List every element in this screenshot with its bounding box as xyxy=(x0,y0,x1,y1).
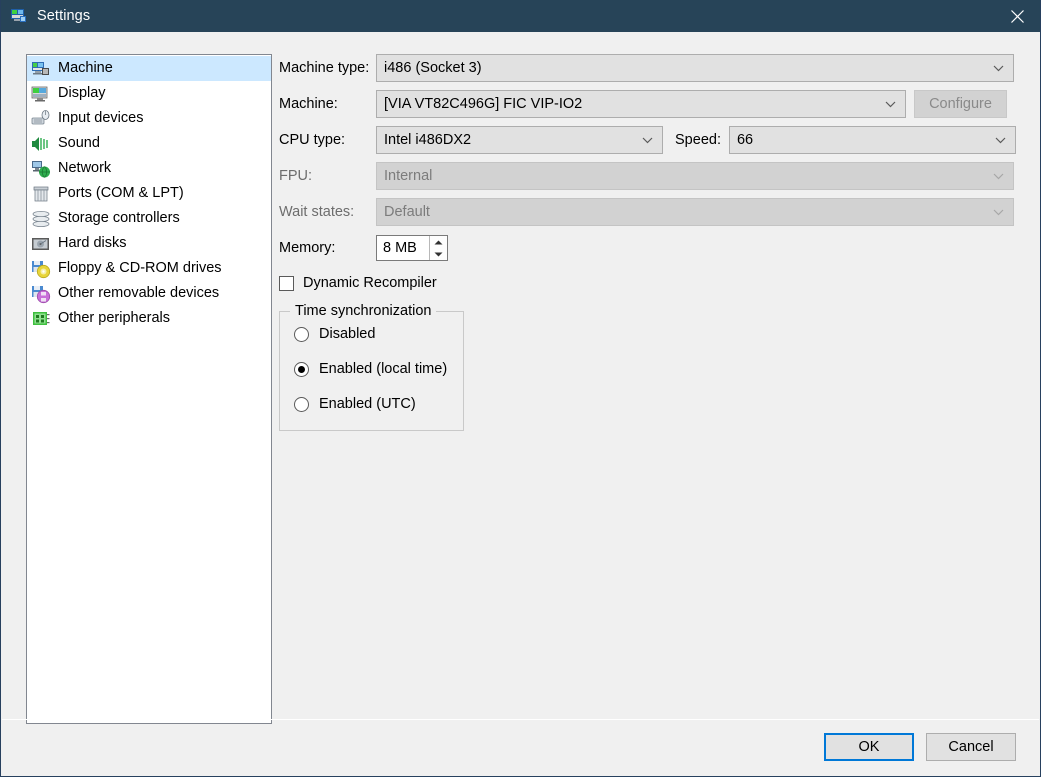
dynamic-recompiler-checkbox[interactable] xyxy=(279,275,294,291)
chevron-down-icon xyxy=(993,209,1004,216)
sidebar-item-ports[interactable]: Ports (COM & LPT) xyxy=(27,181,271,206)
spinner-up-icon[interactable] xyxy=(430,236,447,248)
speed-value: 66 xyxy=(736,132,754,148)
storage-controllers-icon xyxy=(31,209,51,229)
sidebar-item-label: Machine xyxy=(58,60,113,76)
cpu-type-combo[interactable]: Intel i486DX2 xyxy=(376,126,664,154)
machine-type-row: Machine type: i486 (Socket 3) xyxy=(279,54,1016,82)
sidebar-item-other-removable[interactable]: Other removable devices xyxy=(27,281,271,306)
fpu-row: FPU: Internal xyxy=(279,162,1016,190)
sidebar-item-label: Sound xyxy=(58,135,100,151)
cpu-type-value: Intel i486DX2 xyxy=(384,132,472,148)
machine-type-combo[interactable]: i486 (Socket 3) xyxy=(376,54,1014,82)
machine-row: Machine: [VIA VT82C496G] FIC VIP-IO2 Con… xyxy=(279,90,1016,118)
machine-label: Machine: xyxy=(279,96,338,112)
settings-category-list[interactable]: Machine Display Input devices Sound Netw… xyxy=(26,54,272,724)
sidebar-item-sound[interactable]: Sound xyxy=(27,131,271,156)
time-sync-option-label: Disabled xyxy=(319,326,376,342)
sidebar-item-label: Other removable devices xyxy=(58,285,220,301)
machine-type-value: i486 (Socket 3) xyxy=(384,60,482,76)
ports-icon xyxy=(31,184,51,204)
other-removable-icon xyxy=(31,284,51,304)
sidebar-item-label: Storage controllers xyxy=(58,210,180,226)
sidebar-item-hard-disks[interactable]: Hard disks xyxy=(27,231,271,256)
title-bar[interactable]: Settings xyxy=(1,0,1040,32)
time-sync-option-label: Enabled (UTC) xyxy=(319,396,416,412)
time-synchronization-group: Time synchronization Disabled Enabled (l… xyxy=(279,303,464,431)
footer-separator xyxy=(2,719,1039,720)
sidebar-item-label: Input devices xyxy=(58,110,144,126)
fpu-label: FPU: xyxy=(279,168,313,184)
dialog-client-area: Machine Display Input devices Sound Netw… xyxy=(1,32,1040,776)
cpu-type-label: CPU type: xyxy=(279,132,346,148)
memory-value[interactable]: 8 MB xyxy=(377,236,429,260)
time-synchronization-title: Time synchronization xyxy=(290,303,437,319)
radio-button[interactable] xyxy=(294,396,309,412)
chevron-down-icon xyxy=(642,137,653,144)
sidebar-item-machine[interactable]: Machine xyxy=(27,56,271,81)
wait-states-value: Default xyxy=(384,204,430,220)
wait-states-row: Wait states: Default xyxy=(279,198,1016,226)
machine-icon xyxy=(31,59,51,79)
time-sync-option-disabled[interactable]: Disabled xyxy=(294,321,463,347)
cpu-type-row: CPU type: Intel i486DX2 Speed: 66 xyxy=(279,126,1016,154)
radio-button-selected[interactable] xyxy=(294,361,309,377)
memory-spin-buttons[interactable] xyxy=(429,236,447,260)
window-title: Settings xyxy=(37,8,91,24)
display-icon xyxy=(31,84,51,104)
sidebar-item-label: Other peripherals xyxy=(58,310,171,326)
sidebar-item-input-devices[interactable]: Input devices xyxy=(27,106,271,131)
spinner-down-icon[interactable] xyxy=(430,248,447,260)
close-icon[interactable] xyxy=(994,0,1040,32)
sidebar-item-label: Hard disks xyxy=(58,235,127,251)
machine-type-label: Machine type: xyxy=(279,60,370,76)
radio-button[interactable] xyxy=(294,326,309,342)
sound-icon xyxy=(31,134,51,154)
memory-label: Memory: xyxy=(279,240,336,256)
sidebar-item-floppy-cdrom[interactable]: Floppy & CD-ROM drives xyxy=(27,256,271,281)
floppy-cdrom-icon xyxy=(31,259,51,279)
hard-disks-icon xyxy=(31,234,51,254)
memory-stepper[interactable]: 8 MB xyxy=(376,235,448,261)
sidebar-item-network[interactable]: Network xyxy=(27,156,271,181)
fpu-value: Internal xyxy=(384,168,433,184)
cancel-button[interactable]: Cancel xyxy=(926,733,1016,761)
chevron-down-icon xyxy=(995,137,1006,144)
sidebar-item-label: Display xyxy=(58,85,106,101)
speed-label: Speed: xyxy=(675,132,721,148)
time-sync-option-label: Enabled (local time) xyxy=(319,361,448,377)
chevron-down-icon xyxy=(993,65,1004,72)
sidebar-item-storage-controllers[interactable]: Storage controllers xyxy=(27,206,271,231)
speed-combo[interactable]: 66 xyxy=(728,126,1016,154)
dialog-buttons: OK Cancel xyxy=(824,733,1016,761)
machine-value: [VIA VT82C496G] FIC VIP-IO2 xyxy=(384,96,583,112)
machine-settings-form: Machine type: i486 (Socket 3) Machine: [… xyxy=(279,54,1016,431)
dynamic-recompiler-row[interactable]: Dynamic Recompiler xyxy=(279,272,1016,294)
sidebar-item-display[interactable]: Display xyxy=(27,81,271,106)
network-icon xyxy=(31,159,51,179)
settings-app-icon xyxy=(10,7,28,25)
other-peripherals-icon xyxy=(31,309,51,329)
chevron-down-icon xyxy=(885,101,896,108)
time-sync-option-enabled-utc[interactable]: Enabled (UTC) xyxy=(294,391,463,417)
wait-states-label: Wait states: xyxy=(279,204,355,220)
sidebar-item-other-peripherals[interactable]: Other peripherals xyxy=(27,306,271,331)
sidebar-item-label: Floppy & CD-ROM drives xyxy=(58,260,222,276)
memory-row: Memory: 8 MB xyxy=(279,234,1016,262)
fpu-combo: Internal xyxy=(376,162,1014,190)
sidebar-item-label: Ports (COM & LPT) xyxy=(58,185,184,201)
ok-button[interactable]: OK xyxy=(824,733,914,761)
machine-combo[interactable]: [VIA VT82C496G] FIC VIP-IO2 xyxy=(376,90,906,118)
input-devices-icon xyxy=(31,109,51,129)
chevron-down-icon xyxy=(993,173,1004,180)
dynamic-recompiler-label: Dynamic Recompiler xyxy=(303,275,437,291)
sidebar-item-label: Network xyxy=(58,160,112,176)
wait-states-combo: Default xyxy=(376,198,1014,226)
configure-button[interactable]: Configure xyxy=(914,90,1007,118)
time-sync-option-enabled-local[interactable]: Enabled (local time) xyxy=(294,356,463,382)
